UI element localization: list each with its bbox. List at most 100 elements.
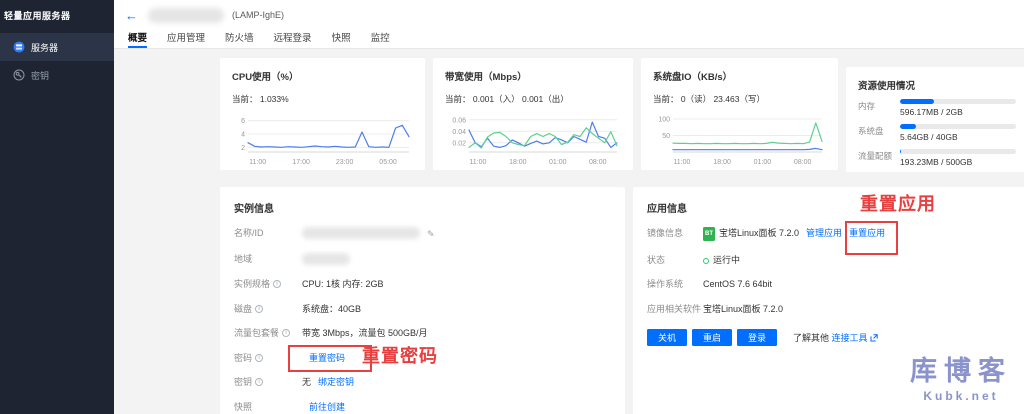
info-icon[interactable]: i xyxy=(282,329,291,337)
link-绑定密钥[interactable]: 绑定密钥 xyxy=(318,377,354,387)
tab-snapshot[interactable]: 快照 xyxy=(332,30,351,48)
svg-text:0.04: 0.04 xyxy=(452,129,466,136)
watermark: 库博客 Kubk.net xyxy=(910,349,1012,403)
tab-monitor[interactable]: 监控 xyxy=(371,30,390,48)
field-label-text: 操作系统 xyxy=(647,279,684,289)
field-label: 密码 i xyxy=(234,352,302,364)
key-icon xyxy=(13,69,25,81)
more-tools-text: 了解其他 xyxy=(793,332,830,343)
tab-app-management[interactable]: 应用管理 xyxy=(167,30,205,48)
svg-text:50: 50 xyxy=(662,133,670,140)
svg-text:08:00: 08:00 xyxy=(589,159,607,166)
connect-tools-link[interactable]: 连接工具 xyxy=(832,333,868,343)
field-label: 镜像信息 xyxy=(647,227,703,239)
field-label-text: 地域 xyxy=(234,253,253,264)
bt-panel-badge: BT xyxy=(703,227,715,241)
back-icon[interactable]: ← xyxy=(125,9,138,22)
field-value: 宝塔Linux面板 7.2.0 xyxy=(703,303,783,315)
series-CPU xyxy=(247,124,410,148)
resource-row-memory: 内存 596.17MB / 2GB xyxy=(858,99,1024,117)
instance-row-traffic-plan: 流量包套餐 i 带宽 3Mbps，流量包 500GB/月 xyxy=(234,327,611,339)
sidebar-item-keys[interactable]: 密钥 xyxy=(0,61,114,89)
console-page: 轻量应用服务器 服务器 密钥 ← (LAMP-IghE) 概要 应用管理 防火墙 远程登… xyxy=(0,0,1024,414)
redacted-value xyxy=(302,227,420,239)
field-value-text: 宝塔Linux面板 7.2.0 xyxy=(719,228,800,238)
app-rows: 镜像信息 BT 宝塔Linux面板 7.2.0 管理应用 重置应用状态 运行中操作系统 Ce… xyxy=(647,221,1019,315)
field-label: 快照 xyxy=(234,401,302,413)
restart-button[interactable]: 重启 xyxy=(692,328,732,346)
login-button[interactable]: 登录 xyxy=(737,328,777,346)
field-value-text: 系统盘：40GB xyxy=(302,303,362,314)
shutdown-button[interactable]: 关机 xyxy=(647,328,687,346)
svg-text:05:00: 05:00 xyxy=(379,159,397,166)
app-row-status: 状态 运行中 xyxy=(647,254,1019,266)
tab-firewall[interactable]: 防火墙 xyxy=(225,30,254,48)
action-buttons: 关机 重启 登录 xyxy=(647,328,782,346)
resource-meter: 193.23MB / 500GB xyxy=(900,149,1016,167)
resource-usage-title: 资源使用情况 xyxy=(858,81,916,92)
instance-name-redacted xyxy=(148,7,224,23)
bandwidth-chart: 0.02 0.04 0.06 11:00 18:00 01:00 08:00 xyxy=(452,117,618,166)
sidebar-item-label: 密钥 xyxy=(31,70,50,81)
link-管理应用[interactable]: 管理应用 xyxy=(806,228,842,238)
edit-icon[interactable]: ✎ xyxy=(427,229,435,239)
annotation-reset-app: 重置应用 xyxy=(860,194,936,214)
svg-text:23:00: 23:00 xyxy=(336,159,354,166)
field-label-text: 流量包套餐 xyxy=(234,328,280,338)
field-label: 流量包套餐 i xyxy=(234,327,302,339)
monitor-row: CPU使用（%） 当前： 1.033% 2 4 6 11:00 17:00 23:00 05:0… xyxy=(220,58,1024,172)
resource-usage-card: 资源使用情况 内存 596.17MB / 2GB 系统盘 5.64GB / 40GB 流量… xyxy=(846,67,1024,172)
link-重置应用[interactable]: 重置应用 xyxy=(849,228,885,238)
power-actions: 关机 重启 登录 了解其他 连接工具 xyxy=(647,328,1019,346)
svg-text:01:00: 01:00 xyxy=(754,159,772,166)
field-value xyxy=(302,252,350,266)
instance-row-region: 地域 xyxy=(234,252,611,266)
chart-card-disk-io: 系统盘IO（KB/s） 当前： 0（读） 23.463（写） 50 100 11:00 1… xyxy=(641,58,838,170)
svg-text:18:00: 18:00 xyxy=(713,159,731,166)
svg-text:6: 6 xyxy=(241,118,245,125)
svg-text:0.02: 0.02 xyxy=(452,140,466,147)
link-前往创建[interactable]: 前往创建 xyxy=(309,402,345,412)
resource-value: 5.64GB / 40GB xyxy=(900,132,958,142)
app-row-app-software: 应用相关软件 宝塔Linux面板 7.2.0 xyxy=(647,303,1019,315)
svg-text:2: 2 xyxy=(241,145,245,152)
svg-text:18:00: 18:00 xyxy=(509,159,527,166)
redacted-value xyxy=(302,252,350,265)
field-label: 操作系统 xyxy=(647,278,703,290)
field-value: ✎ xyxy=(302,227,435,240)
field-label-text: 实例规格 xyxy=(234,279,271,289)
field-value: 带宽 3Mbps，流量包 500GB/月 xyxy=(302,327,428,339)
resource-label: 内存 xyxy=(858,101,876,111)
info-icon[interactable]: i xyxy=(273,280,282,288)
chart-current-value: 当前： 1.033% xyxy=(232,94,289,104)
progress-fill xyxy=(900,149,901,154)
sidebar-item-servers[interactable]: 服务器 xyxy=(0,33,114,61)
info-icon[interactable]: i xyxy=(255,353,264,362)
resource-meter: 596.17MB / 2GB xyxy=(900,99,1016,117)
instance-info-card: 实例信息 名称/ID ✎ 地域 实例规格 i CPU: 1核 内存: 2GB 磁盘 i 系统盘：… xyxy=(220,187,625,414)
field-label-text: 名称/ID xyxy=(234,228,264,238)
instance-rows: 名称/ID ✎ 地域实例规格 i CPU: 1核 内存: 2GB 磁盘 i 系统盘：40GB 流… xyxy=(234,227,611,413)
chart-title: CPU使用（%） xyxy=(232,72,299,83)
field-label-text: 密码 xyxy=(234,352,253,363)
link-重置密码[interactable]: 重置密码 xyxy=(309,353,345,363)
instance-row-spec: 实例规格 i CPU: 1核 内存: 2GB xyxy=(234,278,611,290)
tab-remote-login[interactable]: 远程登录 xyxy=(274,30,312,48)
instance-row-name-id: 名称/ID ✎ xyxy=(234,227,611,240)
field-label-text: 镜像信息 xyxy=(647,228,684,238)
cpu-chart: 2 4 6 11:00 17:00 23:00 05:00 xyxy=(241,118,410,166)
sidebar: 轻量应用服务器 服务器密钥 xyxy=(0,0,114,414)
info-icon[interactable]: i xyxy=(255,378,264,386)
product-title: 轻量应用服务器 xyxy=(4,11,71,21)
info-icon[interactable]: i xyxy=(255,304,264,313)
chart-card-cpu: CPU使用（%） 当前： 1.033% 2 4 6 11:00 17:00 23:00 05:0… xyxy=(220,58,425,170)
field-label: 名称/ID xyxy=(234,227,302,239)
annotated-link-wrap: 重置应用 xyxy=(845,221,899,255)
field-label-text: 应用相关软件 xyxy=(647,303,702,314)
svg-text:17:00: 17:00 xyxy=(292,159,310,166)
field-label: 磁盘 i xyxy=(234,303,302,315)
app-row-os: 操作系统 CentOS 7.6 64bit xyxy=(647,278,1019,290)
annotation-box xyxy=(845,221,899,255)
field-value: 运行中 xyxy=(703,254,740,266)
tab-overview[interactable]: 概要 xyxy=(128,30,148,48)
